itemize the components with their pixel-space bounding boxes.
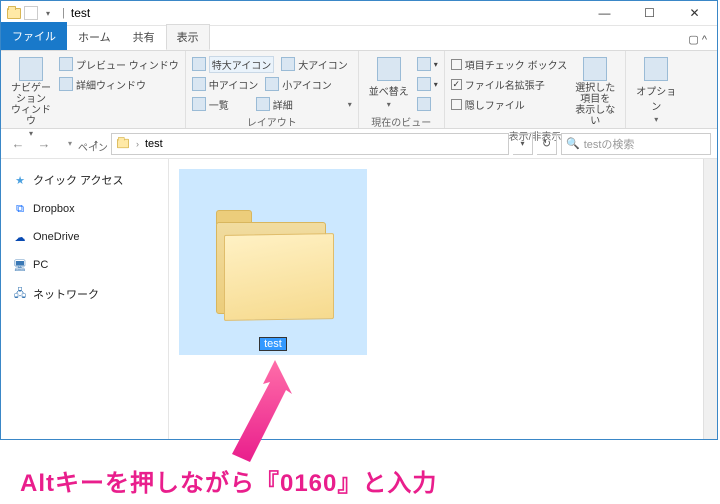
file-extensions-toggle[interactable]: ✓ファイル名拡張子 bbox=[451, 75, 567, 93]
dropbox-icon: ⧉ bbox=[13, 202, 27, 216]
list-icon bbox=[192, 97, 206, 111]
layout-details[interactable]: 詳細 bbox=[273, 97, 293, 112]
details-view-icon bbox=[256, 97, 270, 111]
search-input[interactable]: 🔍 testの検索 bbox=[561, 133, 711, 155]
network-icon: 🖧 bbox=[13, 287, 27, 301]
hidden-files-toggle[interactable]: 隠しファイル bbox=[451, 95, 567, 113]
sidebar-item-pc[interactable]: 🖥PC bbox=[1, 255, 168, 275]
onedrive-icon: ☁ bbox=[13, 230, 27, 244]
s-icons-icon bbox=[265, 77, 279, 91]
rename-text-selected: test bbox=[260, 338, 286, 350]
sort-icon bbox=[377, 57, 401, 81]
breadcrumb-item[interactable]: test bbox=[145, 138, 163, 150]
search-placeholder: testの検索 bbox=[584, 136, 635, 152]
layout-small[interactable]: 小アイコン bbox=[282, 77, 332, 92]
folder-icon-large bbox=[208, 210, 338, 325]
navigation-pane-icon bbox=[19, 57, 43, 81]
maximize-button[interactable]: ☐ bbox=[627, 1, 672, 26]
sidebar-item-onedrive[interactable]: ☁OneDrive bbox=[1, 227, 168, 247]
navigation-pane-button[interactable]: ナビゲーション ウィンドウ ▾ bbox=[7, 53, 55, 138]
ribbon-tabs: ファイル ホーム 共有 表示 ▢ ^ bbox=[1, 26, 717, 51]
sizecols-icon bbox=[417, 97, 431, 111]
tab-share[interactable]: 共有 bbox=[122, 24, 166, 50]
checkbox-icon: ✓ bbox=[451, 79, 462, 90]
sidebar-item-quickaccess[interactable]: ★クイック アクセス bbox=[1, 169, 168, 191]
ribbon: ナビゲーション ウィンドウ ▾ プレビュー ウィンドウ 詳細ウィンドウ ペイン … bbox=[1, 51, 717, 129]
content-area: ★クイック アクセス ⧉Dropbox ☁OneDrive 🖥PC 🖧ネットワー… bbox=[1, 159, 717, 439]
folder-rename-input[interactable]: test bbox=[259, 337, 287, 351]
options-icon bbox=[644, 57, 668, 81]
address-box[interactable]: › test bbox=[111, 133, 509, 155]
recent-dropdown[interactable]: ▾ bbox=[59, 133, 81, 155]
quick-access-toolbar: ▾ | test bbox=[1, 5, 90, 21]
back-button[interactable]: ← bbox=[7, 133, 29, 155]
sidebar-item-dropbox[interactable]: ⧉Dropbox bbox=[1, 199, 168, 219]
file-list-area[interactable]: test bbox=[169, 159, 717, 439]
layout-medium[interactable]: 中アイコン bbox=[209, 77, 259, 92]
folder-icon bbox=[117, 139, 129, 148]
preview-icon bbox=[59, 57, 73, 71]
layout-list[interactable]: 一覧 bbox=[209, 97, 229, 112]
window-controls: — ☐ ✕ bbox=[582, 1, 717, 26]
sidebar-item-network[interactable]: 🖧ネットワーク bbox=[1, 283, 168, 305]
xl-icons-icon bbox=[192, 57, 206, 71]
tab-home[interactable]: ホーム bbox=[67, 24, 122, 50]
preview-pane-button[interactable]: プレビュー ウィンドウ bbox=[59, 55, 179, 73]
checkbox-icon bbox=[451, 99, 462, 110]
annotation-text: Altキーを押しながら『0160』と入力 bbox=[20, 463, 437, 498]
layout-extralarge[interactable]: 特大アイコン bbox=[209, 56, 275, 73]
close-button[interactable]: ✕ bbox=[672, 1, 717, 26]
title-separator: | bbox=[62, 7, 65, 19]
address-bar: ← → ▾ ↑ › test ▾ ↻ 🔍 testの検索 bbox=[1, 129, 717, 159]
vertical-scrollbar[interactable] bbox=[703, 159, 717, 439]
ribbon-group-options: オプション ▾ bbox=[626, 51, 686, 128]
sort-button[interactable]: 並べ替え ▾ bbox=[365, 53, 413, 109]
star-icon: ★ bbox=[13, 173, 27, 187]
window-title: test bbox=[71, 6, 90, 20]
checkbox-icon bbox=[451, 59, 462, 70]
options-button[interactable]: オプション ▾ bbox=[632, 53, 680, 124]
refresh-button[interactable]: ↻ bbox=[537, 133, 557, 155]
label: ナビゲーション ウィンドウ bbox=[7, 83, 55, 127]
hide-selected-button[interactable]: 選択した項目を 表示しない bbox=[571, 53, 619, 127]
tab-file[interactable]: ファイル bbox=[1, 22, 67, 50]
minimize-button[interactable]: — bbox=[582, 1, 627, 26]
qat-dropdown[interactable]: ▾ bbox=[40, 5, 56, 21]
ribbon-collapse-button[interactable]: ▢ ^ bbox=[678, 29, 717, 50]
search-icon: 🔍 bbox=[566, 137, 580, 150]
size-columns-button[interactable] bbox=[417, 95, 438, 113]
details-pane-button[interactable]: 詳細ウィンドウ bbox=[59, 75, 179, 93]
breadcrumb-separator: › bbox=[136, 139, 139, 149]
ribbon-group-showhide: 項目チェック ボックス ✓ファイル名拡張子 隠しファイル 選択した項目を 表示し… bbox=[445, 51, 626, 128]
groupby-icon bbox=[417, 57, 431, 71]
add-columns-button[interactable]: ▾ bbox=[417, 75, 438, 93]
group-by-button[interactable]: ▾ bbox=[417, 55, 438, 73]
up-button[interactable]: ↑ bbox=[85, 133, 107, 155]
qat-item[interactable] bbox=[24, 6, 38, 20]
tab-view[interactable]: 表示 bbox=[166, 24, 210, 50]
layout-large[interactable]: 大アイコン bbox=[298, 57, 348, 72]
ribbon-group-layout: 特大アイコン大アイコン 中アイコン小アイコン 一覧詳細▾ レイアウト bbox=[186, 51, 359, 128]
explorer-window: ▾ | test — ☐ ✕ ファイル ホーム 共有 表示 ▢ ^ ナビゲーショ… bbox=[0, 0, 718, 440]
item-checkboxes-toggle[interactable]: 項目チェック ボックス bbox=[451, 55, 567, 73]
m-icons-icon bbox=[192, 77, 206, 91]
l-icons-icon bbox=[281, 57, 295, 71]
folder-item-selected[interactable]: test bbox=[179, 169, 367, 355]
forward-button[interactable]: → bbox=[33, 133, 55, 155]
navigation-sidebar: ★クイック アクセス ⧉Dropbox ☁OneDrive 🖥PC 🖧ネットワー… bbox=[1, 159, 169, 439]
pc-icon: 🖥 bbox=[13, 258, 27, 272]
titlebar: ▾ | test — ☐ ✕ bbox=[1, 1, 717, 26]
address-dropdown[interactable]: ▾ bbox=[513, 133, 533, 155]
app-icon bbox=[6, 5, 22, 21]
hide-icon bbox=[583, 57, 607, 81]
columns-icon bbox=[417, 77, 431, 91]
ribbon-group-currentview: 並べ替え ▾ ▾ ▾ 現在のビュー bbox=[359, 51, 445, 128]
ribbon-group-pane: ナビゲーション ウィンドウ ▾ プレビュー ウィンドウ 詳細ウィンドウ ペイン bbox=[1, 51, 186, 128]
details-icon bbox=[59, 77, 73, 91]
